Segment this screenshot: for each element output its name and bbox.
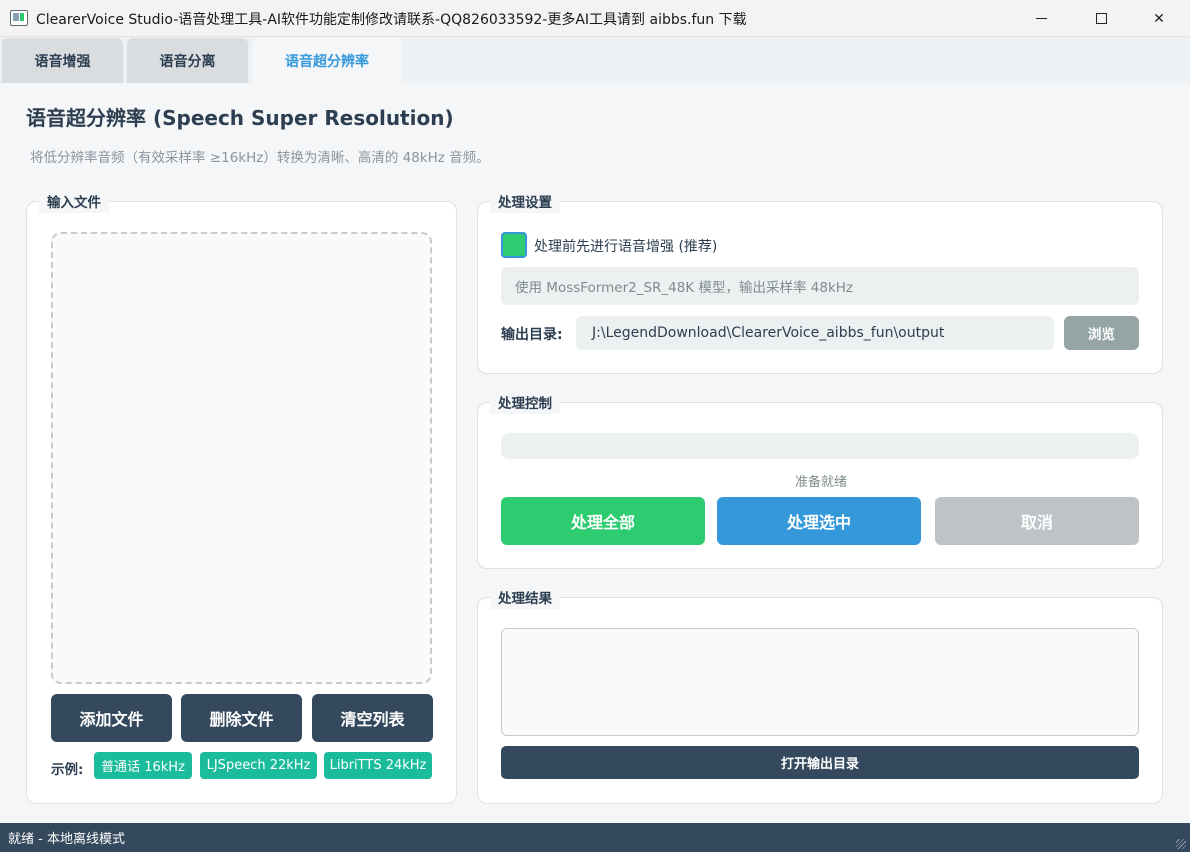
open-output-dir-button[interactable]: 打开输出目录 xyxy=(501,746,1139,779)
tab-speech-enhancement[interactable]: 语音增强 xyxy=(2,38,123,83)
minimize-icon[interactable] xyxy=(1018,0,1064,37)
processing-settings-label: 处理设置 xyxy=(490,189,560,213)
page-title: 语音超分辨率 (Speech Super Resolution) xyxy=(26,106,454,130)
processing-result-group: 处理结果 打开输出目录 xyxy=(477,585,1163,804)
status-text: 准备就绪 xyxy=(794,475,847,490)
enhance-first-checkbox[interactable] xyxy=(501,232,527,258)
processing-control-label: 处理控制 xyxy=(490,390,560,414)
add-file-button[interactable]: 添加文件 xyxy=(51,694,172,742)
input-files-label: 输入文件 xyxy=(39,189,109,213)
progress-bar xyxy=(501,433,1139,459)
result-output-area[interactable] xyxy=(501,628,1139,736)
app-icon xyxy=(10,10,28,26)
browse-button[interactable]: 浏览 xyxy=(1064,316,1139,350)
page-subtitle: 将低分辨率音频（有效采样率 ≥16kHz）转换为清晰、高清的 48kHz 音频。 xyxy=(30,150,490,166)
examples-label: 示例: xyxy=(51,762,84,778)
output-dir-field[interactable]: J:\LegendDownload\ClearerVoice_aibbs_fun… xyxy=(576,316,1054,350)
process-all-button[interactable]: 处理全部 xyxy=(501,497,705,545)
delete-file-button[interactable]: 删除文件 xyxy=(181,694,302,742)
output-dir-label: 输出目录: xyxy=(501,327,563,343)
tab-bar: 语音增强 语音分离 语音超分辨率 xyxy=(0,37,1190,83)
close-icon[interactable]: ✕ xyxy=(1136,0,1182,37)
model-info-text: 使用 MossFormer2_SR_48K 模型，输出采样率 48kHz xyxy=(501,267,1139,305)
window-title: ClearerVoice Studio-语音处理工具-AI软件功能定制修改请联系… xyxy=(36,12,747,28)
processing-control-group: 处理控制 准备就绪 处理全部 处理选中 取消 xyxy=(477,390,1163,569)
cancel-button[interactable]: 取消 xyxy=(935,497,1139,545)
resize-grip-icon[interactable] xyxy=(1176,839,1186,849)
file-list-drop-zone[interactable] xyxy=(51,232,432,684)
status-bar-text: 就绪 - 本地离线模式 xyxy=(8,832,125,847)
input-files-group: 输入文件 添加文件 删除文件 清空列表 示例: 普通话 16kHz LJSpee… xyxy=(26,189,457,804)
example-libritts-button[interactable]: LibriTTS 24kHz xyxy=(324,752,432,779)
tab-speech-separation[interactable]: 语音分离 xyxy=(127,38,248,83)
title-bar: ClearerVoice Studio-语音处理工具-AI软件功能定制修改请联系… xyxy=(0,0,1190,37)
status-bar: 就绪 - 本地离线模式 xyxy=(0,823,1190,852)
clear-list-button[interactable]: 清空列表 xyxy=(312,694,433,742)
processing-result-label: 处理结果 xyxy=(490,585,560,609)
maximize-icon[interactable] xyxy=(1078,0,1124,37)
process-selected-button[interactable]: 处理选中 xyxy=(717,497,921,545)
example-ljspeech-button[interactable]: LJSpeech 22kHz xyxy=(200,752,317,779)
tab-speech-super-resolution[interactable]: 语音超分辨率 xyxy=(252,38,402,83)
enhance-first-label[interactable]: 处理前先进行语音增强 (推荐) xyxy=(534,236,717,256)
processing-settings-group: 处理设置 处理前先进行语音增强 (推荐) 使用 MossFormer2_SR_4… xyxy=(477,189,1163,374)
example-mandarin-button[interactable]: 普通话 16kHz xyxy=(94,752,192,779)
